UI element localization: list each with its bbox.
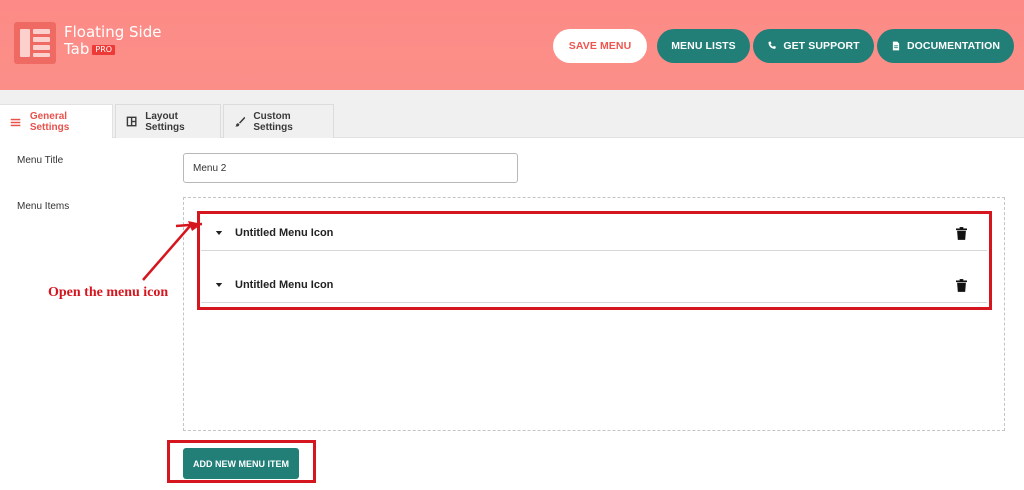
settings-tabs: General Settings Layout Settings Custom …	[0, 104, 1024, 139]
menu-lines-icon	[10, 118, 21, 126]
logo-list-icon	[14, 22, 56, 64]
save-menu-button[interactable]: SAVE MENU	[553, 29, 647, 63]
annotation-text: Open the menu icon	[48, 285, 169, 300]
menu-title-input[interactable]	[183, 153, 518, 183]
tab-general-settings[interactable]: General Settings	[0, 104, 113, 139]
get-support-button[interactable]: GET SUPPORT	[753, 29, 874, 63]
get-support-label: GET SUPPORT	[783, 40, 860, 52]
highlight-menu-items-box	[197, 211, 992, 310]
tab-custom-settings[interactable]: Custom Settings	[223, 104, 334, 138]
annotation-arrow	[142, 221, 203, 281]
document-icon	[892, 41, 900, 51]
menu-lists-button[interactable]: MENU LISTS	[657, 29, 750, 63]
documentation-button[interactable]: DOCUMENTATION	[877, 29, 1014, 63]
menu-lists-label: MENU LISTS	[671, 40, 736, 52]
phone-icon	[768, 41, 777, 49]
tab-label: Custom Settings	[253, 110, 293, 133]
brand-title-line2: Tab	[64, 40, 90, 58]
documentation-label: DOCUMENTATION	[906, 40, 1001, 52]
brush-icon	[235, 116, 246, 127]
pro-badge: PRO	[92, 45, 116, 55]
tab-label: General Settings	[29, 111, 70, 133]
app-header: Floating Side Tab PRO SAVE MENU MENU LIST…	[0, 0, 1024, 90]
layout-icon	[126, 116, 137, 127]
brand-title: Floating Side Tab PRO	[64, 24, 161, 58]
tab-label: Layout Settings	[145, 110, 185, 133]
tab-layout-settings[interactable]: Layout Settings	[115, 104, 221, 138]
brand-title-line1: Floating Side	[64, 23, 162, 41]
menu-items-label: Menu Items	[17, 201, 70, 212]
add-new-menu-item-button[interactable]: ADD NEW MENU ITEM	[183, 448, 299, 479]
header-spacer	[0, 90, 1024, 104]
menu-title-label: Menu Title	[17, 155, 64, 166]
